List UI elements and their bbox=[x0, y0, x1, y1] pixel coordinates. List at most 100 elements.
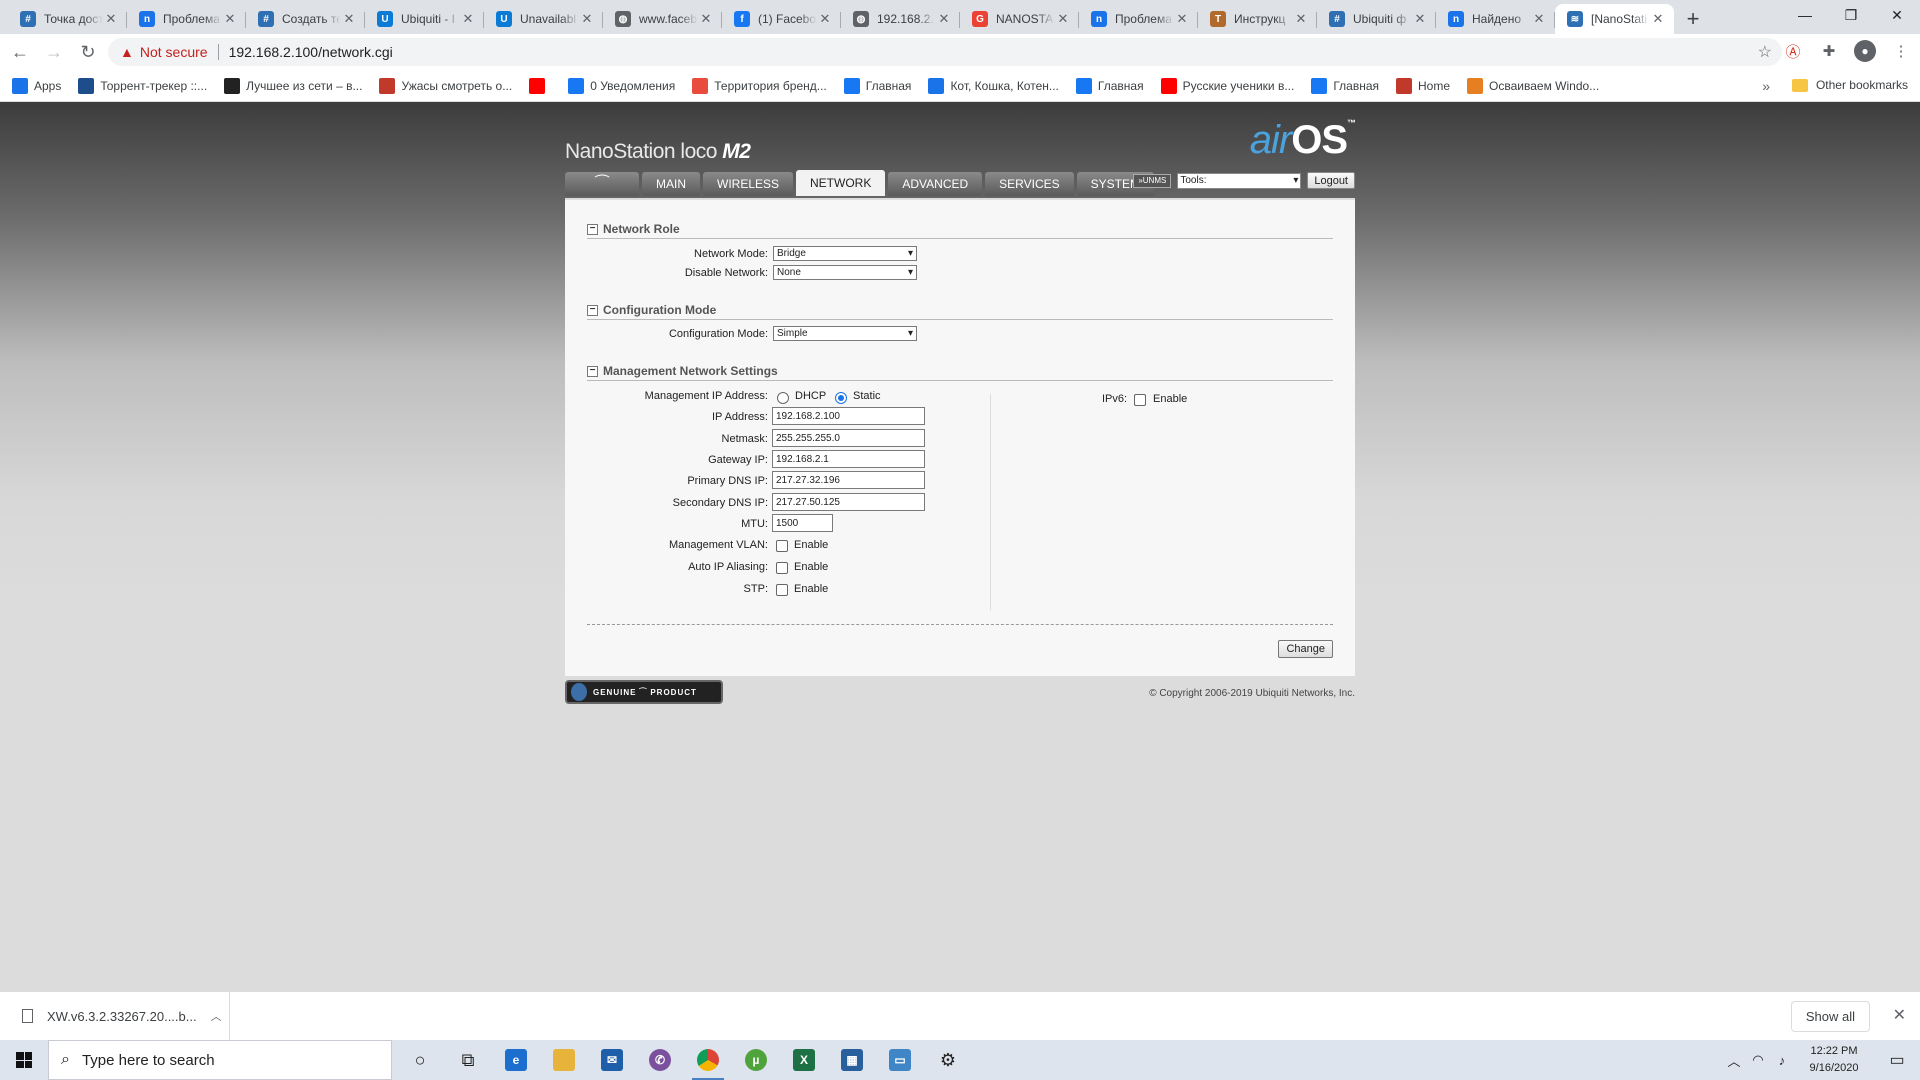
mtu-input[interactable]: 1500 bbox=[772, 514, 833, 532]
other-bookmarks[interactable]: Other bookmarks bbox=[1791, 78, 1908, 92]
forward-arrow-icon[interactable]: → bbox=[40, 38, 68, 66]
management-vlan-checkbox[interactable] bbox=[776, 540, 788, 552]
close-tab-icon[interactable]: ✕ bbox=[579, 11, 595, 27]
collapse-icon[interactable]: − bbox=[587, 223, 598, 235]
close-tab-icon[interactable]: ✕ bbox=[1650, 11, 1666, 27]
ipv6-checkbox[interactable] bbox=[1134, 394, 1146, 406]
viber-icon[interactable]: ✆ bbox=[636, 1040, 684, 1080]
stp-checkbox[interactable] bbox=[776, 584, 788, 596]
bookmark-item[interactable]: Кот, Кошка, Котен... bbox=[928, 77, 1059, 94]
network-mode-select[interactable]: Bridge ▾ bbox=[773, 246, 917, 261]
network-tool-icon[interactable]: ▭ bbox=[876, 1040, 924, 1080]
browser-tab[interactable]: U Unavailabl ✕ bbox=[484, 4, 603, 34]
reload-icon[interactable]: ↻ bbox=[74, 38, 102, 66]
file-explorer-icon[interactable] bbox=[540, 1040, 588, 1080]
minimize-icon[interactable]: — bbox=[1782, 0, 1828, 30]
close-tab-icon[interactable]: ✕ bbox=[936, 11, 952, 27]
utorrent-icon[interactable]: µ bbox=[732, 1040, 780, 1080]
close-tab-icon[interactable]: ✕ bbox=[1412, 11, 1428, 27]
close-tab-icon[interactable]: ✕ bbox=[1055, 11, 1071, 27]
airos-tab-wireless[interactable]: WIRELESS bbox=[703, 172, 794, 196]
bookmark-item[interactable]: Осваиваем Windo... bbox=[1467, 77, 1599, 94]
chevron-up-icon[interactable]: ︿ bbox=[211, 1008, 222, 1024]
browser-tab[interactable]: # Точка дост ✕ bbox=[8, 4, 127, 34]
browser-tab[interactable]: U Ubiquiti - I ✕ bbox=[365, 4, 484, 34]
bookmark-item[interactable]: Территория бренд... bbox=[692, 77, 827, 94]
close-tab-icon[interactable]: ✕ bbox=[103, 11, 119, 27]
adblock-extension-icon[interactable]: Ⓐ bbox=[1782, 40, 1804, 62]
browser-tab[interactable]: n Проблема ✕ bbox=[1079, 4, 1198, 34]
bookmark-item[interactable]: Лучшее из сети – в... bbox=[224, 77, 362, 94]
netmask-input[interactable]: 255.255.255.0 bbox=[772, 429, 925, 447]
logout-button[interactable]: Logout bbox=[1307, 172, 1355, 189]
configuration-mode-header[interactable]: − Configuration Mode bbox=[587, 303, 1333, 320]
excel-icon[interactable]: X bbox=[780, 1040, 828, 1080]
close-tab-icon[interactable]: ✕ bbox=[698, 11, 714, 27]
secondary-dns-input[interactable]: 217.27.50.125 bbox=[772, 493, 925, 511]
bookmark-item[interactable]: Торрент-трекер ::... bbox=[78, 77, 207, 94]
bookmark-item[interactable] bbox=[529, 77, 551, 94]
primary-dns-input[interactable]: 217.27.32.196 bbox=[772, 471, 925, 489]
browser-tab[interactable]: n Проблема ✕ bbox=[127, 4, 246, 34]
ip-address-input[interactable]: 192.168.2.100 bbox=[772, 407, 925, 425]
airos-tab-network[interactable]: NETWORK bbox=[796, 170, 886, 196]
browser-tab[interactable]: f (1) Facebo ✕ bbox=[722, 4, 841, 34]
gateway-ip-input[interactable]: 192.168.2.1 bbox=[772, 450, 925, 468]
ubiquiti-logo-tab-icon[interactable]: ⁀ bbox=[565, 172, 639, 196]
close-window-icon[interactable]: ✕ bbox=[1874, 0, 1920, 30]
task-view-icon[interactable]: ⧉ bbox=[444, 1040, 492, 1080]
bookmark-item[interactable]: 0 Уведомления bbox=[568, 77, 675, 94]
cortana-icon[interactable]: ○ bbox=[396, 1040, 444, 1080]
back-arrow-icon[interactable]: ← bbox=[6, 38, 34, 66]
disable-network-select[interactable]: None ▾ bbox=[773, 265, 917, 280]
airos-tab-main[interactable]: MAIN bbox=[642, 172, 700, 196]
close-shelf-icon[interactable]: ✕ bbox=[1893, 1005, 1906, 1025]
network-role-header[interactable]: − Network Role bbox=[587, 222, 1333, 239]
configuration-mode-select[interactable]: Simple ▾ bbox=[773, 326, 917, 341]
close-tab-icon[interactable]: ✕ bbox=[1293, 11, 1309, 27]
taskbar-search[interactable]: ⌕ Type here to search bbox=[48, 1040, 392, 1080]
mail-icon[interactable]: ✉ bbox=[588, 1040, 636, 1080]
taskbar-clock[interactable]: 12:22 PM 9/16/2020 bbox=[1794, 1043, 1874, 1077]
restore-icon[interactable]: ❐ bbox=[1828, 0, 1874, 30]
management-settings-header[interactable]: − Management Network Settings bbox=[587, 364, 1333, 381]
browser-tab[interactable]: n Найдено ✕ bbox=[1436, 4, 1555, 34]
change-button[interactable]: Change bbox=[1278, 640, 1333, 658]
tools-select[interactable]: Tools: ▾ bbox=[1177, 172, 1302, 189]
not-secure-label[interactable]: Not secure bbox=[140, 44, 208, 60]
bookmark-item[interactable]: Ужасы смотреть о... bbox=[379, 77, 512, 94]
wifi-icon[interactable]: ◠ bbox=[1746, 1052, 1770, 1068]
browser-tab[interactable]: G NANOSTA ✕ bbox=[960, 4, 1079, 34]
volume-icon[interactable]: ♪ bbox=[1770, 1053, 1794, 1068]
show-all-button[interactable]: Show all bbox=[1790, 1001, 1870, 1032]
bookmark-item[interactable]: Apps bbox=[12, 77, 61, 94]
close-tab-icon[interactable]: ✕ bbox=[460, 11, 476, 27]
notification-center-icon[interactable]: ▭ bbox=[1874, 1050, 1920, 1070]
browser-tab[interactable]: T Инструкц ✕ bbox=[1198, 4, 1317, 34]
browser-tab[interactable]: # Ubiquiti ф ✕ bbox=[1317, 4, 1436, 34]
static-radio[interactable] bbox=[835, 392, 847, 404]
close-tab-icon[interactable]: ✕ bbox=[817, 11, 833, 27]
close-tab-icon[interactable]: ✕ bbox=[1531, 11, 1547, 27]
start-button[interactable] bbox=[0, 1040, 48, 1080]
address-bar[interactable]: ▲ Not secure 192.168.2.100/network.cgi ☆ bbox=[108, 38, 1782, 66]
download-item[interactable]: XW.v6.3.2.33267.20....b... ︿ bbox=[0, 991, 230, 1041]
new-tab-button[interactable]: + bbox=[1678, 4, 1708, 34]
airos-tab-services[interactable]: SERVICES bbox=[985, 172, 1074, 196]
collapse-icon[interactable]: − bbox=[587, 304, 598, 316]
url-text[interactable]: 192.168.2.100/network.cgi bbox=[229, 44, 393, 60]
unms-badge[interactable]: » UNMS bbox=[1133, 173, 1172, 188]
airos-tab-advanced[interactable]: ADVANCED bbox=[888, 172, 983, 196]
chrome-icon[interactable] bbox=[684, 1040, 732, 1080]
browser-tab[interactable]: ◍ www.faceb ✕ bbox=[603, 4, 722, 34]
bookmark-item[interactable]: Главная bbox=[843, 77, 911, 94]
browser-tab[interactable]: # Создать те ✕ bbox=[246, 4, 365, 34]
bookmark-item[interactable]: Главная bbox=[1311, 77, 1379, 94]
collapse-icon[interactable]: − bbox=[587, 365, 598, 377]
bookmark-item[interactable]: Русские ученики в... bbox=[1160, 77, 1294, 94]
close-tab-icon[interactable]: ✕ bbox=[1174, 11, 1190, 27]
dhcp-radio[interactable] bbox=[777, 392, 789, 404]
edge-icon[interactable]: e bbox=[492, 1040, 540, 1080]
bookmark-star-icon[interactable]: ☆ bbox=[1758, 42, 1772, 62]
calculator-icon[interactable]: ▦ bbox=[828, 1040, 876, 1080]
